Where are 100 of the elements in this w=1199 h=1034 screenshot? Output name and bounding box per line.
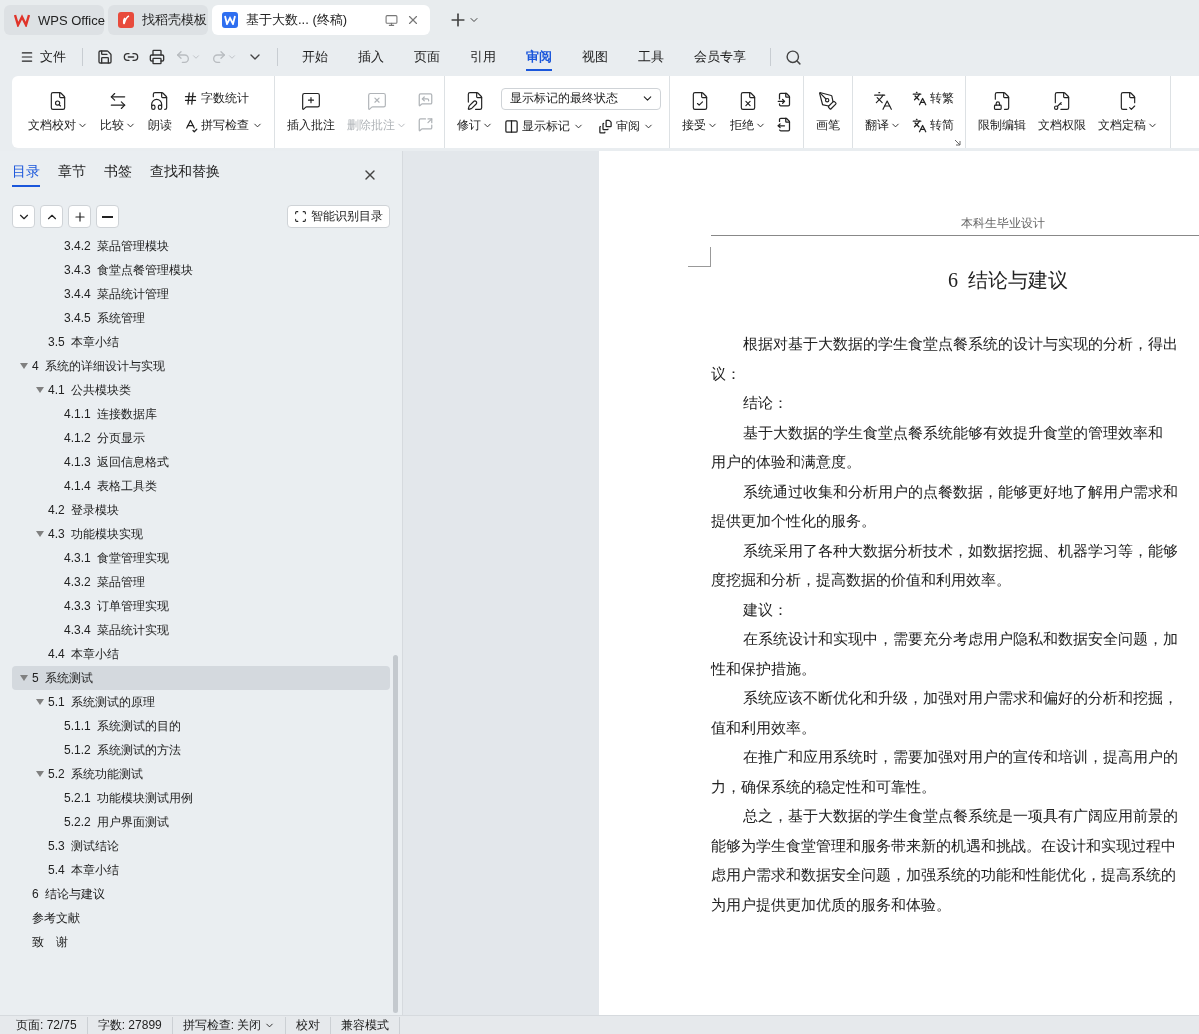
close-icon[interactable]: [406, 13, 420, 27]
word-count-icon: [183, 91, 198, 106]
collapse-button[interactable]: [12, 205, 35, 228]
outline-item[interactable]: 5.1.1 系统测试的目的: [12, 714, 390, 738]
expand-triangle-icon[interactable]: [36, 699, 44, 705]
app-tab[interactable]: 找稻壳模板: [108, 5, 208, 35]
outline-item[interactable]: 6 结论与建议: [12, 882, 390, 906]
outline-item[interactable]: 3.4.3 食堂点餐管理模块: [12, 258, 390, 282]
outline-item[interactable]: 4.3.2 菜品管理: [12, 570, 390, 594]
outline-item[interactable]: 4.3.1 食堂管理实现: [12, 546, 390, 570]
ribbon-tab[interactable]: 视图: [582, 43, 608, 71]
outline-item[interactable]: 4.3.3 订单管理实现: [12, 594, 390, 618]
spell-check-icon: [183, 118, 198, 133]
outline-item[interactable]: 3.4.2 菜品管理模块: [12, 234, 390, 258]
ribbon-tab[interactable]: 会员专享: [694, 43, 746, 71]
outline-item[interactable]: 4.1.2 分页显示: [12, 426, 390, 450]
ribbon-button[interactable]: 转繁: [909, 88, 957, 109]
ribbon-button[interactable]: 转简: [909, 115, 957, 136]
quick-access-button[interactable]: [147, 47, 167, 67]
monitor-icon[interactable]: [385, 13, 398, 27]
ribbon-button[interactable]: 插入批注: [283, 86, 339, 138]
margin-corner-mark: [688, 247, 711, 267]
outline-item[interactable]: 4.1 公共模块类: [12, 378, 390, 402]
document-lock-icon: [992, 90, 1012, 111]
ribbon-button[interactable]: 拒绝: [726, 86, 770, 138]
status-button[interactable]: 校对: [286, 1016, 332, 1034]
file-menu[interactable]: 文件: [16, 46, 70, 68]
comment-plus-icon: [301, 90, 321, 111]
outline-item[interactable]: 4 系统的详细设计与实现: [12, 354, 390, 378]
app-tab[interactable]: WPS Office: [4, 5, 104, 35]
outline-item[interactable]: 5.3 测试结论: [12, 834, 390, 858]
panel-tab[interactable]: 目录: [12, 163, 40, 187]
panel-tab[interactable]: 书签: [104, 163, 132, 187]
outline-item[interactable]: 3.4.5 系统管理: [12, 306, 390, 330]
status-button[interactable]: 兼容模式: [331, 1016, 401, 1034]
ribbon-tab[interactable]: 页面: [414, 43, 440, 71]
ribbon-button[interactable]: 修订: [453, 86, 497, 138]
ribbon-button[interactable]: 文档定稿: [1094, 86, 1162, 138]
ribbon-button[interactable]: 审阅: [595, 115, 657, 137]
markup-dropdown[interactable]: 显示标记的最终状态: [501, 87, 661, 110]
panel-tab[interactable]: 查找和替换: [150, 163, 220, 187]
outline-item[interactable]: 5 系统测试: [12, 666, 390, 690]
outline-item[interactable]: 5.1.2 系统测试的方法: [12, 738, 390, 762]
ribbon-button[interactable]: 文档校对: [24, 86, 92, 138]
ribbon-button[interactable]: 文档权限: [1034, 86, 1090, 138]
ribbon-tab[interactable]: 开始: [302, 43, 328, 71]
promote-button[interactable]: [68, 205, 91, 228]
outline-item[interactable]: 4.4 本章小结: [12, 642, 390, 666]
read-aloud-icon: [150, 90, 170, 111]
outline-item[interactable]: 5.1 系统测试的原理: [12, 690, 390, 714]
next-comment-icon: [418, 117, 433, 132]
outline-item[interactable]: 5.2 系统功能测试: [12, 762, 390, 786]
outline-item[interactable]: 4.3 功能模块实现: [12, 522, 390, 546]
expand-button[interactable]: [40, 205, 63, 228]
app-tab[interactable]: 基于大数... (终稿): [212, 5, 430, 35]
expand-triangle-icon[interactable]: [36, 531, 44, 537]
quick-access-button[interactable]: [95, 47, 115, 67]
ribbon-button[interactable]: 画笔: [812, 86, 844, 138]
ribbon-tab[interactable]: 审阅: [526, 43, 552, 71]
expand-triangle-icon[interactable]: [36, 771, 44, 777]
expand-triangle-icon[interactable]: [36, 387, 44, 393]
outline-item[interactable]: 参考文献: [12, 906, 390, 930]
ribbon-button[interactable]: 接受: [678, 86, 722, 138]
outline-item[interactable]: 4.2 登录模块: [12, 498, 390, 522]
outline-item[interactable]: 4.1.3 返回信息格式: [12, 450, 390, 474]
ribbon-button[interactable]: 显示标记: [501, 115, 587, 137]
document-x-icon: [738, 90, 758, 111]
expand-triangle-icon[interactable]: [20, 363, 28, 369]
ribbon-button[interactable]: 拼写检查: [180, 115, 266, 136]
smart-toc-button[interactable]: 智能识别目录: [287, 205, 390, 228]
ribbon-button[interactable]: 翻译: [861, 86, 905, 138]
launcher-icon[interactable]: [954, 139, 961, 146]
panel-tab[interactable]: 章节: [58, 163, 86, 187]
body-text-line: 值和利用效率。: [711, 718, 816, 738]
redo-icon: [211, 49, 227, 65]
pane-icon: [598, 118, 613, 134]
outline-item[interactable]: 5.2.2 用户界面测试: [12, 810, 390, 834]
outline-item[interactable]: 3.5 本章小结: [12, 330, 390, 354]
outline-item[interactable]: 5.4 本章小结: [12, 858, 390, 882]
ribbon-tab[interactable]: 插入: [358, 43, 384, 71]
ribbon-button[interactable]: 字数统计: [180, 88, 266, 109]
outline-item[interactable]: 4.1.4 表格工具类: [12, 474, 390, 498]
outline-item[interactable]: 4.1.1 连接数据库: [12, 402, 390, 426]
outline-item[interactable]: 致 谢: [12, 930, 390, 954]
ribbon-tab[interactable]: 工具: [638, 43, 664, 71]
status-dropdown[interactable]: 拼写检查: 关闭: [172, 1016, 287, 1034]
scrollbar-thumb[interactable]: [393, 655, 398, 1013]
outline-item[interactable]: 5.2.1 功能模块测试用例: [12, 786, 390, 810]
outline-item[interactable]: 3.4.4 菜品统计管理: [12, 282, 390, 306]
ribbon-button[interactable]: 比较: [96, 86, 140, 138]
body-text-line: 结论：: [742, 394, 788, 413]
comment-x-icon: [367, 90, 387, 111]
demote-button[interactable]: [96, 205, 119, 228]
ribbon-button[interactable]: 朗读: [144, 86, 176, 138]
expand-triangle-icon[interactable]: [20, 675, 28, 681]
wps-logo-icon: [14, 12, 30, 28]
ribbon-tab[interactable]: 引用: [470, 43, 496, 71]
ribbon-button[interactable]: 限制编辑: [974, 86, 1030, 138]
simplified-icon: [912, 118, 927, 133]
outline-item[interactable]: 4.3.4 菜品统计实现: [12, 618, 390, 642]
